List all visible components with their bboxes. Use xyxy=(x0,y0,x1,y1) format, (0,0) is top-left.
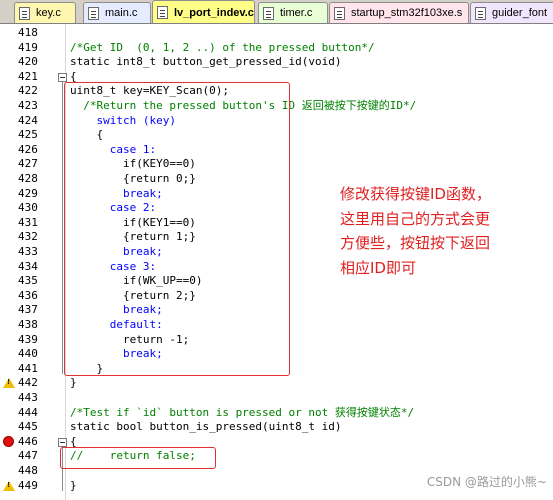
line-number: 421 xyxy=(18,69,38,83)
watermark: CSDN @路过的小熊~ xyxy=(426,475,547,489)
file-icon xyxy=(334,6,345,20)
file-icon xyxy=(263,6,274,20)
file-icon xyxy=(157,6,168,19)
line-number: 436 xyxy=(18,288,38,302)
annotation-line: 相应ID即可 xyxy=(340,258,416,277)
fold-guide xyxy=(62,82,63,375)
editor-tab-bar: key.c main.c lv_port_indev.c timer.c startup… xyxy=(0,0,553,24)
tab-label: guider_font xyxy=(492,7,548,19)
annotation-line: 这里用自己的方式会更 xyxy=(340,209,491,228)
tab-label: lv_port_indev.c xyxy=(174,6,254,19)
warning-icon[interactable] xyxy=(3,480,15,491)
line-number: 431 xyxy=(18,215,38,229)
collapse-icon[interactable] xyxy=(58,72,67,82)
tab-lv-port-indev-c[interactable]: lv_port_indev.c xyxy=(152,0,255,23)
line-number: 426 xyxy=(18,142,38,156)
code-text: static int8_t button_get_pressed_id(void… xyxy=(70,55,342,69)
line-number: 437 xyxy=(18,303,38,317)
line-number: 423 xyxy=(18,99,38,112)
code-text: /*Get ID (0, 1, 2 ..) of the pressed but… xyxy=(70,40,375,54)
line-number: 448 xyxy=(18,464,38,477)
file-icon xyxy=(88,6,99,20)
code-line[interactable]: 444 /*Test if `id` button is pressed or n… xyxy=(0,406,553,421)
warning-icon[interactable] xyxy=(3,378,15,389)
line-number: 445 xyxy=(18,420,38,434)
tab-main-c[interactable]: main.c xyxy=(83,2,151,23)
line-number: 434 xyxy=(18,259,38,273)
line-number: 418 xyxy=(18,26,38,39)
line-number: 442 xyxy=(18,376,38,390)
line-number: 446 xyxy=(18,434,38,448)
line-number: 433 xyxy=(18,245,38,258)
line-number: 424 xyxy=(18,113,38,127)
tab-timer-c[interactable]: timer.c xyxy=(258,2,328,23)
line-number: 447 xyxy=(18,449,38,463)
tab-label: main.c xyxy=(105,7,138,19)
code-text: } xyxy=(70,376,77,390)
annotation-line: 修改获得按键ID函数， xyxy=(340,185,491,203)
file-icon xyxy=(475,6,486,20)
tab-label: timer.c xyxy=(280,7,313,19)
line-number: 427 xyxy=(18,157,38,171)
line-number: 439 xyxy=(18,332,38,346)
line-number: 428 xyxy=(18,172,38,185)
code-line[interactable]: 419 /*Get ID (0, 1, 2 ..) of the pressed … xyxy=(0,41,553,56)
code-line[interactable]: 442} xyxy=(0,376,553,391)
tab-startup-stm32f103xe-s[interactable]: startup_stm32f103xe.s xyxy=(329,2,469,23)
file-icon xyxy=(19,6,30,20)
code-line[interactable]: 443 xyxy=(0,391,553,406)
tab-key-c[interactable]: key.c xyxy=(14,2,76,23)
line-number: 441 xyxy=(18,361,38,375)
line-number: 435 xyxy=(18,274,38,288)
annotation-note: 修改获得按键ID函数， 这里用自己的方式会更 方便些，按钮按下返回 相应ID即可 xyxy=(340,182,540,280)
code-text: } xyxy=(70,478,77,492)
line-number: 440 xyxy=(18,347,38,361)
code-line[interactable]: 420 static int8_t button_get_pressed_id(v… xyxy=(0,55,553,70)
line-number: 432 xyxy=(18,230,38,244)
line-number: 444 xyxy=(18,405,38,419)
line-number: 422 xyxy=(18,84,38,98)
highlight-box-return-false xyxy=(60,447,216,469)
code-line[interactable]: 418 xyxy=(0,26,553,41)
code-text: /*Test if `id` button is pressed or not … xyxy=(70,405,415,419)
line-number: 443 xyxy=(18,391,38,404)
code-line[interactable]: 445 static bool button_is_pressed(uint8_t… xyxy=(0,420,553,435)
line-number: 425 xyxy=(18,128,38,142)
tab-guider-font[interactable]: guider_font xyxy=(470,2,553,23)
tab-label: key.c xyxy=(36,7,61,19)
line-number: 449 xyxy=(18,478,38,492)
line-number: 430 xyxy=(18,201,38,215)
tab-label: startup_stm32f103xe.s xyxy=(351,7,463,19)
collapse-icon[interactable] xyxy=(58,437,67,447)
highlight-box-function-body xyxy=(64,82,290,376)
annotation-line: 方便些，按钮按下返回 xyxy=(340,234,491,252)
code-text: static bool button_is_pressed(uint8_t id… xyxy=(70,420,342,434)
line-number: 429 xyxy=(18,186,38,200)
line-number: 419 xyxy=(18,40,38,54)
line-number: 420 xyxy=(18,55,38,69)
breakpoint-icon[interactable] xyxy=(3,435,14,447)
line-number: 438 xyxy=(18,318,38,331)
